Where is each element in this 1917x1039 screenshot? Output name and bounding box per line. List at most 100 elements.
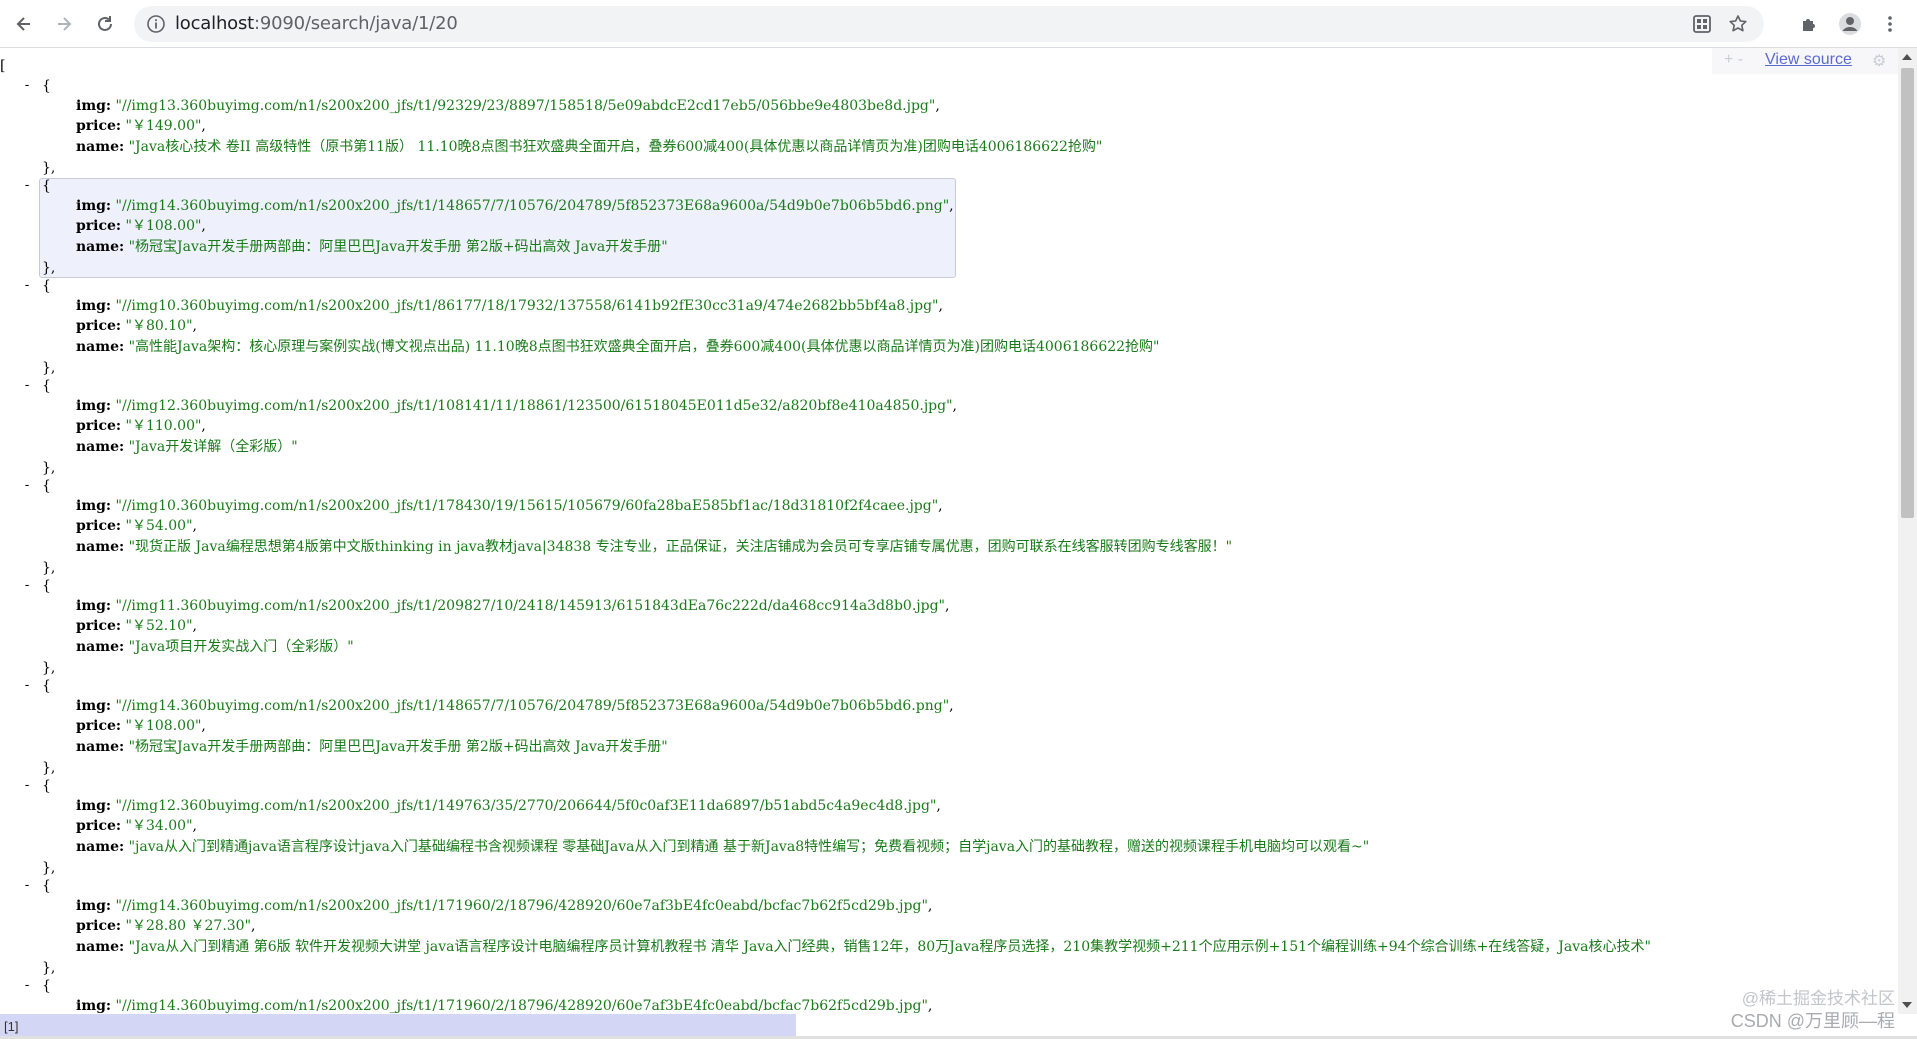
json-field-name: name: "Java项目开发实战入门（全彩版）" (76, 637, 354, 657)
json-string-value: "￥110.00" (125, 418, 202, 435)
json-field-price: price: "￥28.80 ￥27.30", (76, 916, 256, 936)
collapse-toggle[interactable]: - (22, 676, 32, 696)
comma: , (949, 698, 954, 714)
json-key: img: (76, 998, 112, 1014)
puzzle-icon[interactable] (1794, 8, 1826, 40)
expand-collapse-toggle[interactable]: + - (1724, 51, 1743, 69)
watermark-line-1: @稀土掘金技术社区 (1741, 989, 1895, 1008)
comma: , (201, 218, 206, 235)
scroll-down-icon[interactable] (1902, 1002, 1912, 1008)
object-open-brace: { (42, 678, 51, 694)
json-string-value: "￥34.00" (125, 818, 193, 835)
gear-icon[interactable]: ⚙ (1872, 51, 1886, 71)
watermark-line-2: CSDN @万里顾—程 (1730, 1011, 1895, 1031)
forward-button[interactable] (48, 8, 80, 40)
collapse-toggle[interactable]: - (22, 276, 32, 296)
json-field-name: name: "现货正版 Java编程思想第4版第中文版thinking in j… (76, 537, 1232, 557)
json-string-value: "￥28.80 ￥27.30" (125, 918, 252, 935)
json-string-value: "//img10.360buyimg.com/n1/s200x200_jfs/t… (115, 498, 939, 514)
json-string-value: "高性能Java架构：核心原理与案例实战(博文视点出品) 11.10晚8点图书狂… (128, 338, 1160, 355)
object-open-brace: { (42, 878, 51, 894)
json-string-value: "￥54.00" (125, 518, 193, 535)
json-field-price: price: "￥80.10", (76, 316, 197, 336)
json-key: price: (76, 218, 122, 235)
vertical-scrollbar[interactable] (1898, 48, 1917, 1014)
collapse-toggle[interactable]: - (22, 576, 32, 596)
json-field-name: name: "Java核心技术 卷II 高级特性（原书第11版） 11.10晚8… (76, 137, 1102, 157)
scroll-up-icon[interactable] (1902, 54, 1912, 60)
qr-code-icon[interactable] (1690, 12, 1714, 36)
info-icon[interactable] (146, 14, 166, 34)
json-key: img: (76, 898, 112, 914)
json-field-name: name: "高性能Java架构：核心原理与案例实战(博文视点出品) 11.10… (76, 337, 1159, 357)
collapse-toggle[interactable]: - (22, 476, 32, 496)
comma: , (927, 898, 933, 914)
json-field-name: name: "杨冠宝Java开发手册两部曲：阿里巴巴Java开发手册 第2版+码… (76, 237, 668, 257)
json-key: img: (76, 298, 112, 314)
json-string-value: "现货正版 Java编程思想第4版第中文版thinking in java教材j… (128, 538, 1233, 555)
json-viewer: [ + - View source ⚙ -{img: "//img13.360b… (0, 48, 1898, 1014)
comma: , (938, 498, 943, 514)
arrow-right-icon (58, 17, 72, 31)
json-string-value: "Java开发详解（全彩版）" (128, 438, 298, 455)
collapse-toggle[interactable]: - (22, 76, 32, 96)
arrow-left-icon (16, 17, 30, 31)
reload-button[interactable] (89, 8, 121, 40)
json-key: price: (76, 818, 122, 835)
json-field-img: img: "//img14.360buyimg.com/n1/s200x200_… (76, 196, 954, 216)
watermark: @稀土掘金技术社区 CSDN @万里顾—程 (1731, 988, 1895, 1032)
json-string-value: "//img14.360buyimg.com/n1/s200x200_jfs/t… (115, 998, 928, 1014)
json-string-value: "//img14.360buyimg.com/n1/s200x200_jfs/t… (115, 898, 928, 914)
json-field-img: img: "//img11.360buyimg.com/n1/s200x200_… (76, 596, 949, 616)
json-field-img: img: "//img12.360buyimg.com/n1/s200x200_… (76, 796, 941, 816)
more-vertical-icon[interactable] (1874, 8, 1906, 40)
json-string-value: "￥149.00" (125, 118, 202, 135)
comma: , (192, 618, 197, 635)
collapse-toggle[interactable]: - (22, 176, 32, 196)
reload-icon (98, 16, 112, 31)
json-key: price: (76, 118, 122, 135)
star-icon[interactable] (1726, 12, 1750, 36)
json-string-value: "Java核心技术 卷II 高级特性（原书第11版） 11.10晚8点图书狂欢盛… (128, 138, 1103, 155)
json-key: name: (76, 738, 125, 755)
json-key: img: (76, 98, 112, 114)
json-key: name: (76, 538, 125, 555)
back-button[interactable] (8, 8, 40, 40)
comma: , (251, 918, 256, 935)
collapse-toggle[interactable]: - (22, 376, 32, 396)
avatar-icon[interactable] (1834, 8, 1866, 40)
json-key: name: (76, 438, 125, 455)
json-field-price: price: "￥149.00", (76, 116, 206, 136)
comma: , (936, 798, 941, 814)
address-bar[interactable]: localhost:9090/search/java/1/20 (134, 6, 1764, 42)
view-source-panel: + - View source ⚙ (1712, 48, 1898, 74)
url-text[interactable]: localhost:9090/search/java/1/20 (175, 14, 458, 34)
collapse-toggle[interactable]: - (22, 876, 32, 896)
json-string-value: "Java项目开发实战入门（全彩版）" (128, 638, 354, 655)
json-key: name: (76, 338, 125, 355)
json-string-value: "Java从入门到精通 第6版 软件开发视频大讲堂 java语言程序设计电脑编程… (128, 938, 1651, 955)
json-key: price: (76, 418, 122, 435)
object-close-brace: }, (42, 560, 56, 576)
collapse-toggle[interactable]: - (22, 976, 32, 996)
object-close-brace: }, (42, 760, 56, 776)
scroll-thumb[interactable] (1901, 68, 1914, 518)
json-key: img: (76, 498, 112, 514)
json-string-value: "杨冠宝Java开发手册两部曲：阿里巴巴Java开发手册 第2版+码出高效 Ja… (128, 738, 668, 755)
json-field-price: price: "￥34.00", (76, 816, 197, 836)
json-key: img: (76, 598, 112, 614)
object-close-brace: }, (42, 860, 56, 876)
json-string-value: "//img12.360buyimg.com/n1/s200x200_jfs/t… (115, 398, 953, 414)
object-close-brace: }, (42, 460, 56, 476)
json-key: img: (76, 698, 112, 714)
comma: , (192, 518, 197, 535)
json-field-img: img: "//img10.360buyimg.com/n1/s200x200_… (76, 496, 943, 516)
view-source-link[interactable]: View source (1765, 51, 1852, 69)
json-key: price: (76, 718, 122, 735)
collapse-toggle[interactable]: - (22, 776, 32, 796)
json-key: name: (76, 638, 125, 655)
json-key: img: (76, 398, 112, 414)
json-string-value: "￥52.10" (125, 618, 193, 635)
comma: , (192, 818, 197, 835)
array-open-bracket: [ (0, 58, 6, 74)
